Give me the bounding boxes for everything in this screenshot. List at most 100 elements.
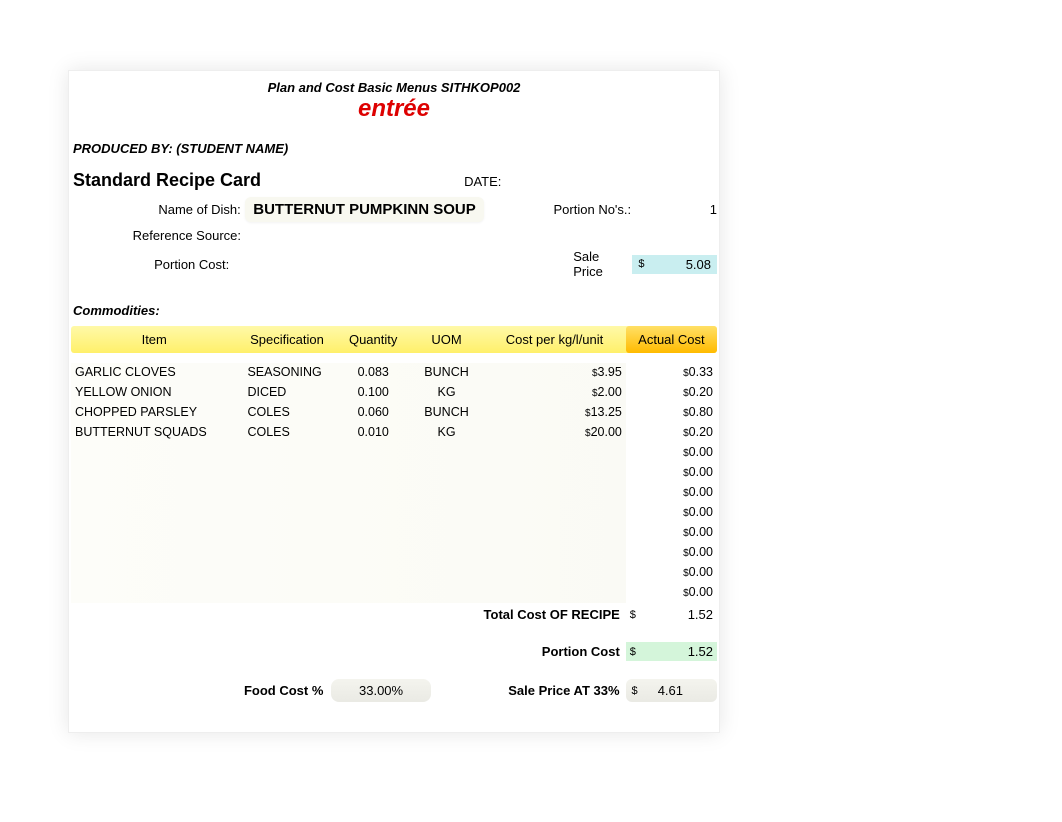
cell-qty bbox=[337, 583, 410, 603]
cell-uom bbox=[410, 463, 483, 483]
cell-uom bbox=[410, 483, 483, 503]
header-spec: Specification bbox=[237, 332, 336, 347]
recipe-card-title: Standard Recipe Card bbox=[71, 170, 261, 191]
commodities-label: Commodities: bbox=[71, 303, 717, 318]
cell-qty: 0.083 bbox=[337, 363, 410, 383]
table-row: $0.00 bbox=[71, 523, 717, 543]
table-row: $0.00 bbox=[71, 583, 717, 603]
cell-actual: $0.00 bbox=[626, 523, 717, 543]
cell-qty: 0.010 bbox=[337, 423, 410, 443]
table-body: GARLIC CLOVESSEASONING0.083BUNCH$3.95$0.… bbox=[71, 363, 717, 603]
cell-spec bbox=[237, 483, 336, 503]
cell-cpu bbox=[483, 503, 626, 523]
cell-item bbox=[71, 563, 237, 583]
cell-item: CHOPPED PARSLEY bbox=[71, 403, 237, 423]
header-qty: Quantity bbox=[337, 332, 410, 347]
cell-cpu: $2.00 bbox=[483, 383, 626, 403]
table-row: CHOPPED PARSLEYCOLES0.060BUNCH$13.25$0.8… bbox=[71, 403, 717, 423]
cell-spec bbox=[237, 503, 336, 523]
table-row: BUTTERNUT SQUADSCOLES0.010KG$20.00$0.20 bbox=[71, 423, 717, 443]
recipe-total-row: Total Cost OF RECIPE $ 1.52 bbox=[71, 605, 717, 624]
cell-cpu bbox=[483, 583, 626, 603]
cell-qty bbox=[337, 443, 410, 463]
portion-nos-value: 1 bbox=[631, 202, 717, 217]
sale-price-label: Sale Price bbox=[573, 249, 628, 279]
portion-cost-box: $ 1.52 bbox=[626, 642, 717, 661]
cell-spec: COLES bbox=[237, 403, 336, 423]
cell-actual: $0.00 bbox=[626, 503, 717, 523]
recipe-title-row: Standard Recipe Card DATE: bbox=[71, 170, 717, 191]
cell-uom bbox=[410, 523, 483, 543]
footer-row: Food Cost % 33.00% Sale Price AT 33% $ 4… bbox=[71, 679, 717, 702]
recipe-total-label: Total Cost OF RECIPE bbox=[71, 607, 626, 622]
dollar-sign: $ bbox=[630, 646, 636, 658]
header-cpu: Cost per kg/l/unit bbox=[483, 332, 626, 347]
cell-cpu bbox=[483, 483, 626, 503]
produced-by: PRODUCED BY: (STUDENT NAME) bbox=[71, 141, 717, 156]
sale-price-value: 5.08 bbox=[686, 257, 711, 272]
cell-actual: $0.80 bbox=[626, 403, 717, 423]
dollar-sign: $ bbox=[632, 685, 638, 697]
cell-spec: SEASONING bbox=[237, 363, 336, 383]
cell-qty bbox=[337, 483, 410, 503]
cell-uom bbox=[410, 443, 483, 463]
cell-actual: $0.00 bbox=[626, 583, 717, 603]
cell-uom: BUNCH bbox=[410, 363, 483, 383]
cell-item: GARLIC CLOVES bbox=[71, 363, 237, 383]
cell-actual: $0.00 bbox=[626, 443, 717, 463]
cell-uom bbox=[410, 563, 483, 583]
table-row: $0.00 bbox=[71, 543, 717, 563]
cell-cpu bbox=[483, 463, 626, 483]
cell-cpu: $3.95 bbox=[483, 363, 626, 383]
table-row: $0.00 bbox=[71, 483, 717, 503]
cell-qty: 0.100 bbox=[337, 383, 410, 403]
commodities-table: Item Specification Quantity UOM Cost per… bbox=[71, 326, 717, 603]
cell-cpu: $20.00 bbox=[483, 423, 626, 443]
table-row: $0.00 bbox=[71, 463, 717, 483]
sale-at-33-box: $ 4.61 bbox=[626, 679, 717, 702]
table-row: YELLOW ONIONDICED0.100KG$2.00$0.20 bbox=[71, 383, 717, 403]
cell-actual: $0.00 bbox=[626, 563, 717, 583]
cell-spec bbox=[237, 443, 336, 463]
dollar-sign: $ bbox=[638, 258, 644, 270]
cell-spec: COLES bbox=[237, 423, 336, 443]
cell-qty: 0.060 bbox=[337, 403, 410, 423]
cell-uom bbox=[410, 543, 483, 563]
portion-cost-row: Portion Cost $ 1.52 bbox=[71, 642, 717, 661]
sale-at-33-label: Sale Price AT 33% bbox=[431, 683, 626, 698]
cell-item bbox=[71, 543, 237, 563]
cell-spec bbox=[237, 463, 336, 483]
dollar-sign: $ bbox=[630, 609, 636, 621]
recipe-card-page: Plan and Cost Basic Menus SITHKOP002 ent… bbox=[68, 70, 720, 733]
cell-cpu bbox=[483, 443, 626, 463]
cell-item: YELLOW ONION bbox=[71, 383, 237, 403]
cell-actual: $0.20 bbox=[626, 383, 717, 403]
portion-cost-label: Portion Cost: bbox=[71, 257, 233, 272]
table-row: $0.00 bbox=[71, 443, 717, 463]
portion-cost-total-label: Portion Cost bbox=[71, 644, 626, 659]
cell-cpu bbox=[483, 543, 626, 563]
cell-item bbox=[71, 483, 237, 503]
portion-cost-field-row: Portion Cost: Sale Price $ 5.08 bbox=[71, 249, 717, 279]
cell-item bbox=[71, 503, 237, 523]
cell-actual: $0.33 bbox=[626, 363, 717, 383]
cell-spec bbox=[237, 523, 336, 543]
cell-spec: DICED bbox=[237, 383, 336, 403]
cell-item bbox=[71, 583, 237, 603]
cell-spec bbox=[237, 563, 336, 583]
cell-qty bbox=[337, 463, 410, 483]
portion-cost-total-value: 1.52 bbox=[688, 644, 713, 659]
header-item: Item bbox=[71, 332, 237, 347]
cell-uom bbox=[410, 583, 483, 603]
table-header: Item Specification Quantity UOM Cost per… bbox=[71, 326, 717, 353]
cell-uom: BUNCH bbox=[410, 403, 483, 423]
cell-cpu bbox=[483, 563, 626, 583]
cell-item: BUTTERNUT SQUADS bbox=[71, 423, 237, 443]
dish-name-label: Name of Dish: bbox=[71, 202, 245, 217]
cell-cpu bbox=[483, 523, 626, 543]
cell-uom: KG bbox=[410, 383, 483, 403]
table-row: $0.00 bbox=[71, 503, 717, 523]
cell-spec bbox=[237, 543, 336, 563]
cell-uom bbox=[410, 503, 483, 523]
cell-uom: KG bbox=[410, 423, 483, 443]
